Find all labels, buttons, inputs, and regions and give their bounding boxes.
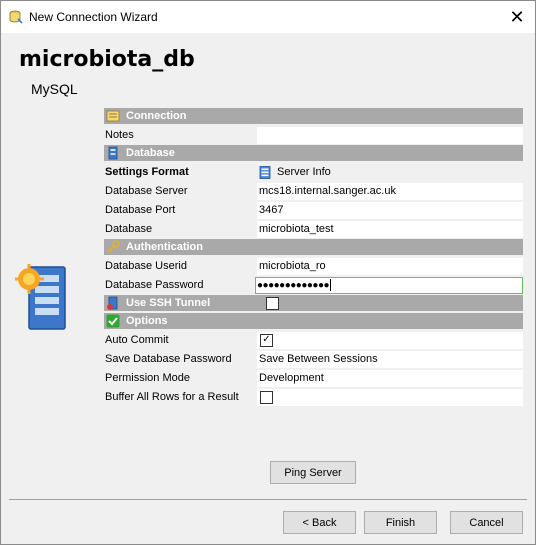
notes-icon [106,109,120,123]
server-info-icon [259,165,271,179]
title-bar: New Connection Wizard ✕ [1,1,535,33]
save-password-label: Save Database Password [105,353,232,365]
connection-type: MySQL [31,81,78,97]
section-authentication-title: Authentication [126,241,203,253]
password-row: Database Password ●●●●●●●●●●●●● [104,276,523,295]
window-title: New Connection Wizard [29,10,158,24]
settings-format-select[interactable]: Server Info [257,164,523,181]
ping-server-button[interactable]: Ping Server [270,461,356,484]
wizard-window: New Connection Wizard ✕ microbiota_db My… [0,0,536,545]
save-password-row: Save Database Password Save Between Sess… [104,350,523,369]
buffer-label: Buffer All Rows for a Result [105,391,239,403]
wizard-header: microbiota_db MySQL [1,33,535,105]
database-row: Database microbiota_test [104,220,523,239]
ssh-tunnel-checkbox[interactable] [266,296,279,310]
buffer-cell [257,388,523,406]
section-options-title: Options [126,315,168,327]
userid-input[interactable]: microbiota_ro [257,257,523,275]
permission-select[interactable]: Development [257,369,523,387]
settings-format-value: Server Info [277,166,331,178]
database-input[interactable]: microbiota_test [257,220,523,238]
server-label: Database Server [105,185,188,197]
buffer-row: Buffer All Rows for a Result [104,388,523,407]
settings-format-label: Settings Format [105,166,189,178]
section-ssh-title: Use SSH Tunnel [126,297,211,309]
notes-label: Notes [105,129,134,141]
close-icon[interactable]: ✕ [499,1,535,33]
connection-name: microbiota_db [19,47,195,72]
userid-label: Database Userid [105,260,187,272]
database-label: Database [105,223,153,235]
cancel-button[interactable]: Cancel [450,511,523,534]
section-connection-title: Connection [126,110,187,122]
port-row: Database Port 3467 [104,201,523,220]
section-database: Database [104,145,523,161]
database-server-icon [14,263,71,333]
section-options: Options [104,313,523,329]
autocommit-cell: ✓ [257,331,523,349]
checkmark-icon [106,314,120,328]
section-connection: Connection [104,108,523,124]
password-mask: ●●●●●●●●●●●●● [257,279,330,291]
notes-row: Notes [104,126,523,145]
save-password-select[interactable]: Save Between Sessions [257,350,523,368]
text-caret [330,279,332,291]
autocommit-checkbox[interactable]: ✓ [260,333,273,347]
permission-row: Permission Mode Development [104,369,523,388]
autocommit-row: Auto Commit ✓ [104,331,523,350]
database-icon [106,146,120,160]
settings-format-row: Settings Format Server Info [104,163,523,182]
connection-form: Connection Notes Database Settings Forma… [104,108,523,407]
footer-separator [9,499,527,500]
section-authentication: Authentication [104,239,523,255]
database-connection-icon [9,10,23,24]
password-label: Database Password [105,279,204,291]
section-ssh: Use SSH Tunnel [104,295,523,311]
finish-button[interactable]: Finish [364,511,437,534]
password-cell: ●●●●●●●●●●●●● [255,276,523,294]
userid-row: Database Userid microbiota_ro [104,257,523,276]
autocommit-label: Auto Commit [105,334,169,346]
server-input[interactable]: mcs18.internal.sanger.ac.uk [257,182,523,200]
notes-input[interactable] [257,126,523,144]
ssh-tunnel-icon [106,296,120,310]
key-icon [106,240,120,254]
buffer-checkbox[interactable] [260,390,273,404]
server-row: Database Server mcs18.internal.sanger.ac… [104,182,523,201]
port-label: Database Port [105,204,176,216]
permission-label: Permission Mode [105,372,190,384]
back-button[interactable]: < Back [283,511,356,534]
port-input[interactable]: 3467 [257,201,523,219]
password-input[interactable]: ●●●●●●●●●●●●● [255,276,523,294]
section-database-title: Database [126,147,175,159]
